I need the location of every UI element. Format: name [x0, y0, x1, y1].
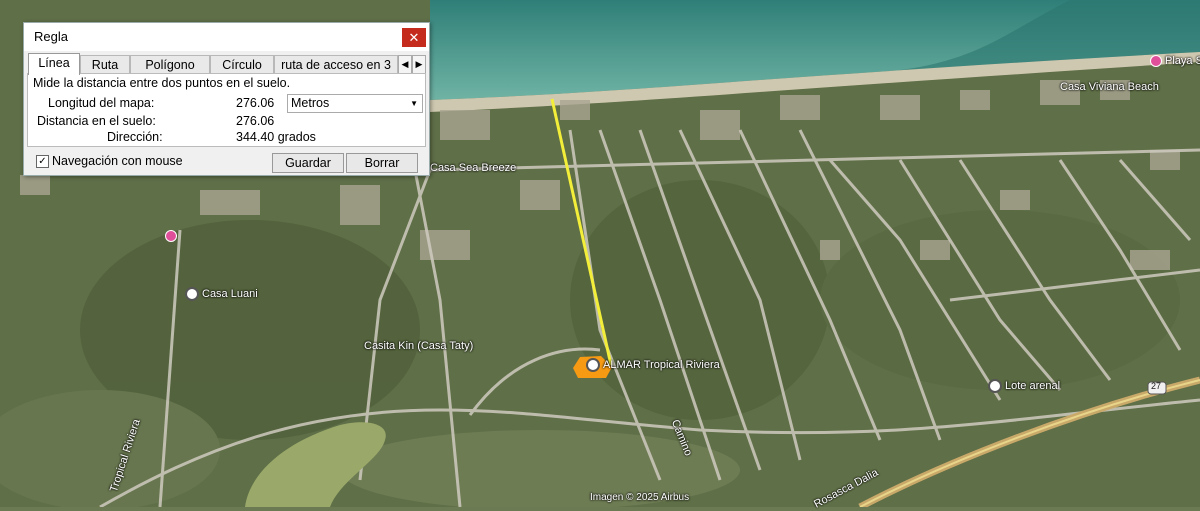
direction-label: Dirección:: [107, 130, 163, 144]
mouse-navigation-label[interactable]: Navegación con mouse: [52, 154, 183, 168]
mouse-navigation-checkbox[interactable]: ✓: [36, 155, 49, 168]
map-length-label: Longitud del mapa:: [48, 96, 155, 110]
tab-poligono[interactable]: Polígono: [130, 55, 210, 74]
dialog-title: Regla: [34, 29, 68, 44]
tab-ruta[interactable]: Ruta: [80, 55, 130, 74]
place-label-lote-arenal[interactable]: Lote arenal: [988, 379, 1060, 393]
description-text: Mide la distancia entre dos puntos en el…: [33, 76, 291, 90]
tab-linea[interactable]: Línea: [28, 53, 80, 75]
place-label-almar[interactable]: ALMAR Tropical Riviera: [586, 358, 720, 372]
pink-pin-icon: [165, 230, 177, 243]
place-label-casa-viviana[interactable]: Casa Viviana Beach: [1060, 81, 1159, 93]
tab-ruta-acceso-3d[interactable]: ruta de acceso en 3: [274, 55, 398, 74]
chevron-down-icon: ▼: [410, 99, 418, 108]
place-pin-pink[interactable]: [165, 230, 180, 243]
tab-scroll-left-icon[interactable]: ◀: [398, 55, 412, 74]
place-pin-icon: [988, 379, 1002, 393]
place-pin-icon: [1150, 55, 1162, 68]
dialog-titlebar[interactable]: Regla ✕: [24, 23, 429, 51]
place-label-casita-kin[interactable]: Casita Kin (Casa Taty): [364, 340, 473, 352]
place-label-playa[interactable]: Playa S: [1150, 55, 1200, 68]
tab-panel: Mide la distancia entre dos puntos en el…: [27, 73, 426, 147]
unit-select-value: Metros: [291, 96, 330, 110]
ground-distance-label: Distancia en el suelo:: [37, 114, 156, 128]
tab-circulo[interactable]: Círculo: [210, 55, 274, 74]
unit-select[interactable]: Metros ▼: [287, 94, 423, 113]
place-label-casa-luani[interactable]: Casa Luani: [185, 287, 258, 301]
close-button[interactable]: ✕: [402, 28, 426, 47]
ground-distance-value: 276.06: [236, 114, 275, 128]
tab-bar: Línea Ruta Polígono Círculo ruta de acce…: [27, 53, 426, 75]
place-label-casa-sea-breeze[interactable]: Casa Sea Breeze: [430, 162, 516, 174]
ruler-dialog: Regla ✕ Línea Ruta Polígono Círculo ruta…: [23, 22, 430, 176]
clear-button[interactable]: Borrar: [346, 153, 418, 173]
tab-scroll-right-icon[interactable]: ▶: [412, 55, 426, 74]
route-number: 27: [1151, 381, 1162, 391]
map-length-value: 276.06: [236, 96, 275, 110]
place-pin-icon: [185, 287, 199, 301]
direction-value: 344.40 grados: [236, 130, 316, 144]
save-button[interactable]: Guardar: [272, 153, 344, 173]
copyright-text: Imagen © 2025 Airbus: [590, 492, 690, 503]
place-pin-icon: [586, 358, 600, 372]
